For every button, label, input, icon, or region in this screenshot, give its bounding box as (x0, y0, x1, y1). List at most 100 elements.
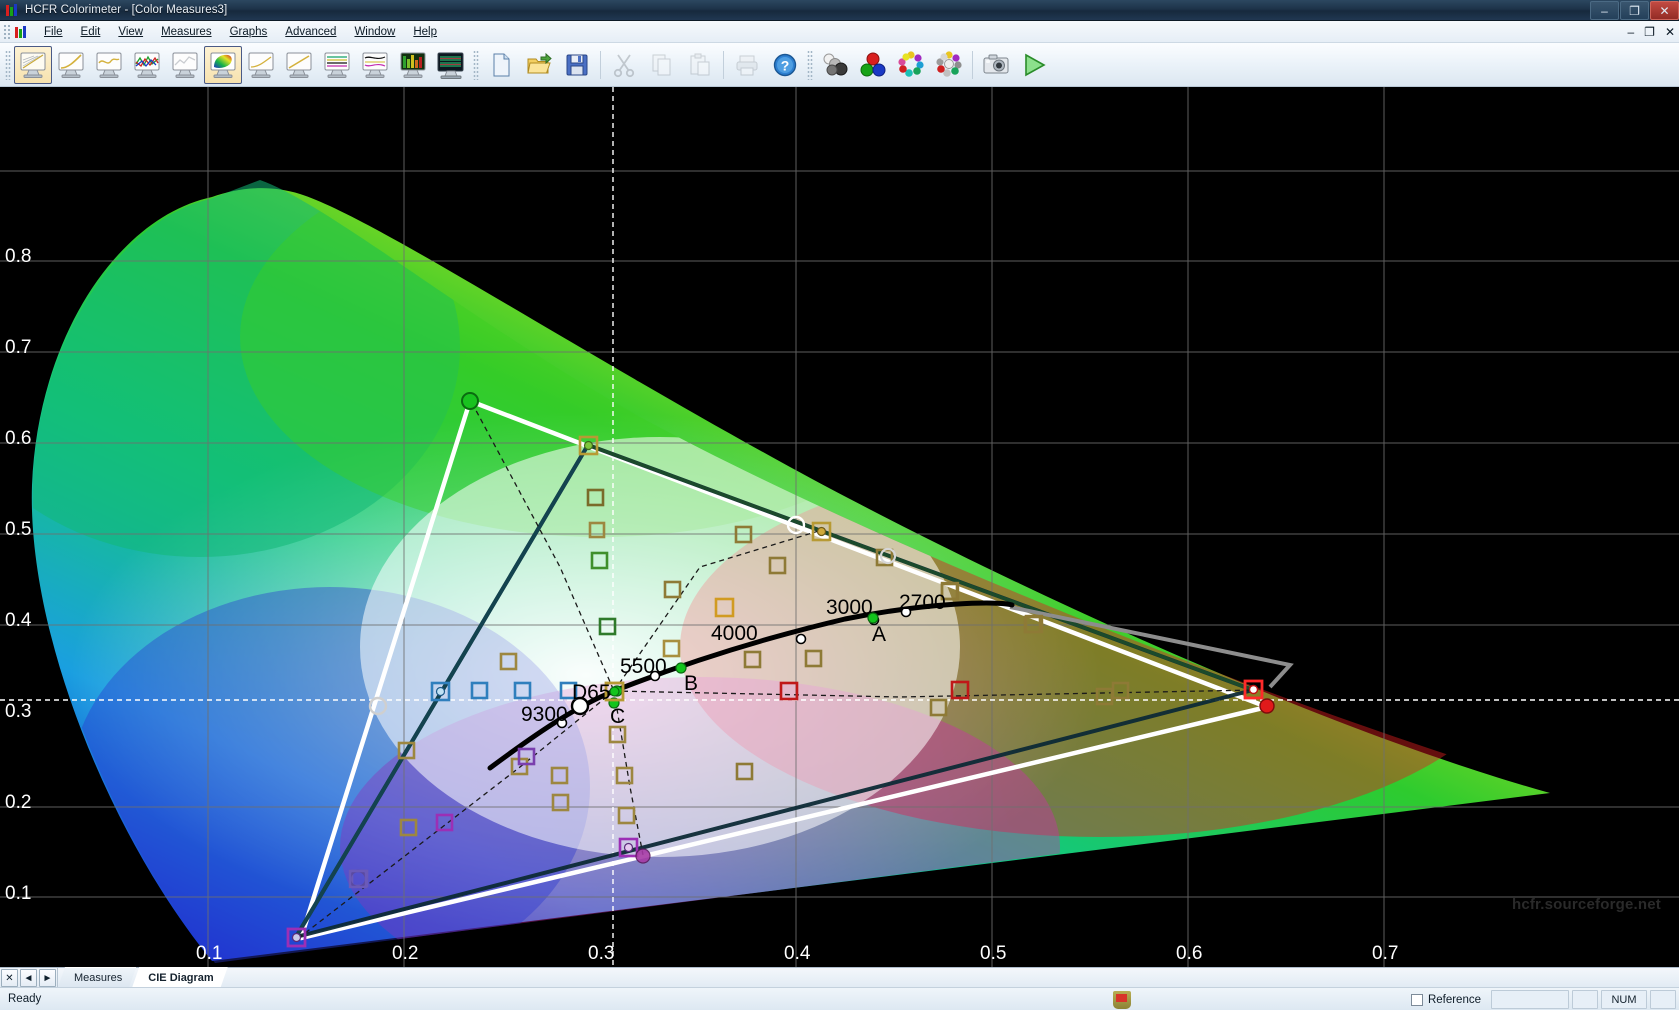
tab-prev-button[interactable]: ◄ (20, 969, 37, 987)
annotation-A: A (872, 623, 886, 646)
xtick-0.4: 0.4 (784, 943, 811, 964)
menu-item-edit[interactable]: Edit (72, 23, 110, 41)
xtick-0.1: 0.1 (196, 943, 222, 964)
toolbar-grip-handle-2[interactable] (473, 50, 479, 80)
toolbar-monitor-rgb-levels-icon[interactable] (128, 46, 166, 84)
menu-graphs-label: Graphs (230, 26, 268, 38)
reference-label: Reference (1428, 994, 1481, 1006)
menu-item-help[interactable]: Help (404, 23, 446, 41)
toolbar-grip-handle-3[interactable] (807, 50, 813, 80)
toolbar-help-question-icon[interactable]: ? (766, 46, 804, 84)
toolbar-monitor-gamma2-curve-icon[interactable] (280, 46, 318, 84)
menu-item-advanced[interactable]: Advanced (276, 23, 345, 41)
menu-item-graphs[interactable]: Graphs (221, 23, 277, 41)
xtick-0.6: 0.6 (1176, 943, 1202, 964)
xtick-0.3: 0.3 (588, 943, 614, 964)
ytick-0.1: 0.1 (5, 883, 31, 904)
menu-grip-handle[interactable] (3, 24, 11, 40)
annotation-9300: 9300 (521, 703, 568, 726)
window-restore-button[interactable]: ❐ (1620, 1, 1649, 20)
toolbar-monitor-colorbars-icon[interactable] (432, 46, 470, 84)
toolbar-paste-icon[interactable] (681, 46, 719, 84)
toolbar-separator-3 (972, 51, 973, 79)
status-message: Ready (8, 993, 41, 1005)
menu-help-label: Help (413, 26, 437, 38)
xtick-0.5: 0.5 (980, 943, 1006, 964)
ytick-0.8: 0.8 (5, 246, 31, 267)
tab-measures[interactable]: Measures (58, 967, 136, 987)
toolbar-full-colors-spheres-icon[interactable] (930, 46, 968, 84)
menu-advanced-label: Advanced (285, 26, 336, 38)
mdi-child-controls: – ❐ ✕ (1627, 21, 1675, 43)
tab-cie-diagram[interactable]: CIE Diagram (132, 967, 227, 987)
tab-next-button[interactable]: ► (39, 969, 56, 987)
cie-diagram-canvas[interactable]: 9300 D65 5500 4000 3000 2700 A B C 0.8 0… (0, 87, 1679, 967)
status-pane-2 (1572, 990, 1598, 1009)
toolbar-monitor-measures-grid-icon[interactable] (14, 46, 52, 84)
annotation-B: B (684, 672, 698, 695)
annotation-4000: 4000 (711, 622, 758, 645)
tab-list: Measures CIE Diagram (58, 968, 224, 987)
view-tab-strip: ✕ ◄ ► Measures CIE Diagram (0, 967, 1679, 987)
reference-checkbox-group[interactable]: Reference (1411, 994, 1481, 1006)
menu-edit-label: Edit (81, 26, 101, 38)
toolbar-print-icon[interactable] (728, 46, 766, 84)
window-controls: – ❐ ✕ (1589, 0, 1679, 21)
main-toolbar: ? (0, 43, 1679, 87)
toolbar-monitor-blank-curve-icon[interactable] (242, 46, 280, 84)
toolbar-separator-2 (723, 51, 724, 79)
mdi-minimize-button[interactable]: – (1627, 25, 1634, 39)
menu-item-window[interactable]: Window (345, 23, 404, 41)
window-close-button[interactable]: ✕ (1650, 1, 1679, 20)
menu-rgb-bars-icon (15, 26, 29, 38)
menu-file-label: File (44, 26, 63, 38)
annotation-C: C (610, 705, 625, 728)
toolbar-cut-scissors-icon[interactable] (605, 46, 643, 84)
cie-chromaticity-plot[interactable]: 9300 D65 5500 4000 3000 2700 A B C 0.8 0… (0, 87, 1679, 967)
toolbar-monitor-magenta-lines-icon[interactable] (356, 46, 394, 84)
ytick-0.5: 0.5 (5, 519, 31, 540)
toolbar-monitor-gamma-curve-icon[interactable] (90, 46, 128, 84)
ytick-0.3: 0.3 (5, 701, 31, 722)
xtick-0.2: 0.2 (392, 943, 418, 964)
status-pane-1 (1491, 990, 1569, 1009)
menu-item-measures[interactable]: Measures (152, 23, 221, 41)
menu-bar: File Edit View Measures Graphs Advanced … (0, 21, 1679, 43)
toolbar-run-play-icon[interactable] (1015, 46, 1053, 84)
toolbar-camera-icon[interactable] (977, 46, 1015, 84)
toolbar-saturations-spheres-icon[interactable] (892, 46, 930, 84)
mdi-restore-button[interactable]: ❐ (1644, 25, 1655, 39)
toolbar-copy-icon[interactable] (643, 46, 681, 84)
x-axis-tick-labels: 0.1 0.2 0.3 0.4 0.5 0.6 0.7 (196, 943, 1398, 964)
app-rgb-bars-icon (6, 4, 20, 16)
window-title: HCFR Colorimeter - [Color Measures3] (25, 4, 227, 16)
reference-checkbox[interactable] (1411, 994, 1423, 1006)
window-titlebar: HCFR Colorimeter - [Color Measures3] – ❐… (0, 0, 1679, 21)
toolbar-open-folder-icon[interactable] (520, 46, 558, 84)
status-right-group: Reference NUM (1113, 988, 1679, 1010)
status-bar: Ready Reference NUM (0, 987, 1679, 1010)
ytick-0.2: 0.2 (5, 792, 31, 813)
toolbar-new-document-icon[interactable] (482, 46, 520, 84)
annotation-3000: 3000 (826, 596, 873, 619)
menu-item-view[interactable]: View (109, 23, 152, 41)
menu-item-file[interactable]: File (35, 23, 72, 41)
toolbar-separator-1 (600, 51, 601, 79)
mdi-close-button[interactable]: ✕ (1665, 25, 1675, 39)
tab-close-button[interactable]: ✕ (1, 969, 18, 987)
application-window: HCFR Colorimeter - [Color Measures3] – ❐… (0, 0, 1679, 1010)
sensor-badge-icon (1113, 991, 1131, 1009)
window-minimize-button[interactable]: – (1590, 1, 1619, 20)
toolbar-monitor-spectrum-icon[interactable] (394, 46, 432, 84)
toolbar-grip-handle[interactable] (5, 50, 11, 80)
toolbar-monitor-white-curve-icon[interactable] (166, 46, 204, 84)
toolbar-save-floppy-icon[interactable] (558, 46, 596, 84)
menu-measures-label: Measures (161, 26, 212, 38)
xtick-0.7: 0.7 (1372, 943, 1398, 964)
toolbar-monitor-luminance-curve-icon[interactable] (52, 46, 90, 84)
tab-nav-buttons: ✕ ◄ ► (0, 968, 58, 987)
toolbar-monitor-cie-diagram-icon[interactable] (204, 46, 242, 84)
toolbar-grayscale-spheres-icon[interactable] (816, 46, 854, 84)
toolbar-monitor-multi-lines-icon[interactable] (318, 46, 356, 84)
toolbar-primaries-spheres-icon[interactable] (854, 46, 892, 84)
